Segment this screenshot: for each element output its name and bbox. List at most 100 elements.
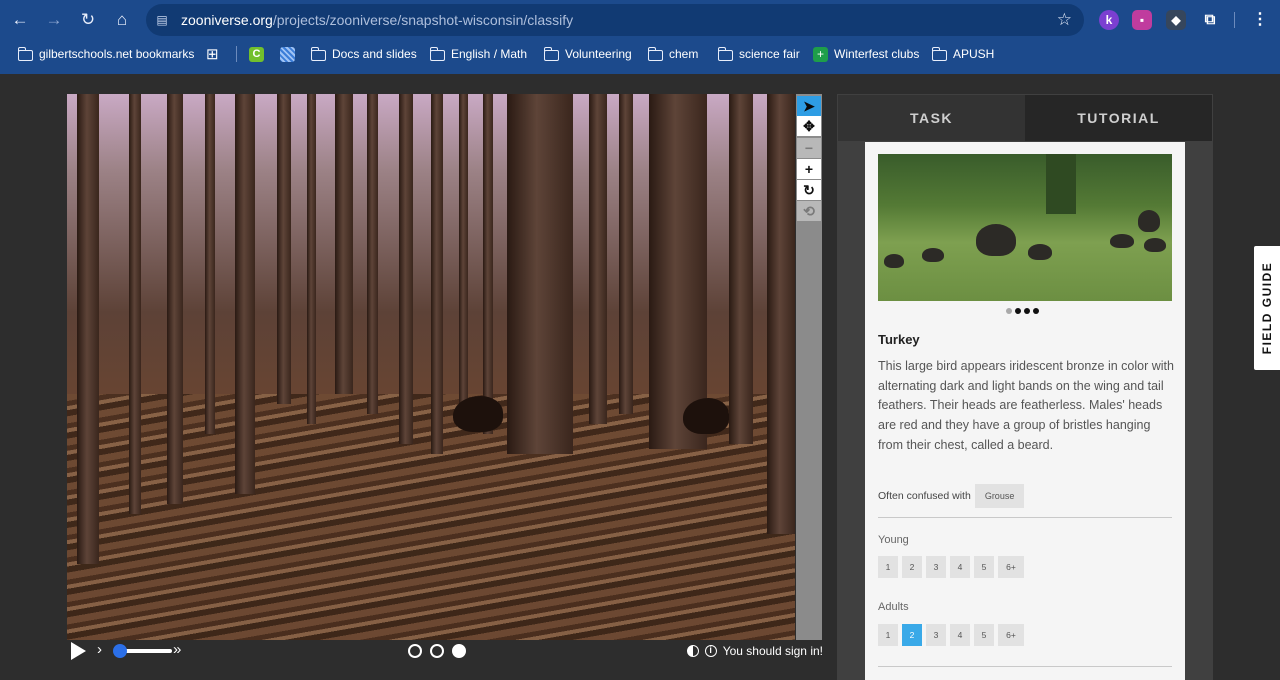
bookmark-winterfest-clubs[interactable]: + Winterfest clubs: [813, 44, 919, 64]
k-extension-icon[interactable]: k: [1099, 10, 1119, 30]
young-label: Young: [878, 534, 909, 546]
folder-icon: [543, 46, 559, 61]
bookmark-c-icon[interactable]: C: [249, 44, 264, 64]
bookmark-science-fair[interactable]: science fair: [717, 44, 800, 64]
subject-image[interactable]: [67, 94, 795, 640]
species-photo[interactable]: [878, 154, 1172, 301]
url-path: /projects/zooniverse/snapshot-wisconsin/…: [272, 12, 574, 28]
tree-trunk: [649, 94, 707, 449]
adults-count-3[interactable]: 3: [926, 624, 946, 646]
folder-icon: [429, 46, 445, 61]
puzzle-icon[interactable]: ⧉: [1200, 10, 1220, 30]
young-count-1[interactable]: 1: [878, 556, 898, 578]
young-count-6plus[interactable]: 6+: [998, 556, 1024, 578]
species-name: Turkey: [878, 332, 920, 347]
bookmark-volunteering[interactable]: Volunteering: [543, 44, 632, 64]
tree-trunk: [277, 94, 291, 404]
back-arrow-icon[interactable]: ←: [8, 8, 32, 32]
folder-icon: [647, 46, 663, 61]
tree-trunk: [167, 94, 183, 504]
tree-trunk: [483, 94, 493, 434]
bookmark-label: English / Math: [451, 47, 528, 61]
address-bar[interactable]: ▤ zooniverse.org/projects/zooniverse/sna…: [146, 4, 1084, 36]
tree-trunk: [307, 94, 316, 424]
turkey-figure: [1028, 244, 1052, 260]
young-count-3[interactable]: 3: [926, 556, 946, 578]
grouse-chip[interactable]: Grouse: [974, 484, 1025, 508]
bookmark-docs-and-slides[interactable]: Docs and slides: [310, 44, 417, 64]
double-chevron-right-icon[interactable]: »: [173, 641, 181, 658]
page-dot[interactable]: [1015, 308, 1021, 314]
adults-count-2[interactable]: 2: [902, 624, 922, 646]
tree-trunk: [1046, 154, 1076, 214]
turkey-figure: [1138, 210, 1160, 232]
zoom-out-icon[interactable]: −: [797, 138, 821, 158]
page-dot[interactable]: [1033, 308, 1039, 314]
reload-icon[interactable]: ↻: [76, 8, 100, 32]
site-info-icon[interactable]: ▤: [154, 12, 170, 28]
adults-count-4[interactable]: 4: [950, 624, 970, 646]
bookmark-apush[interactable]: APUSH: [931, 44, 995, 64]
contrast-icon[interactable]: [686, 645, 699, 657]
home-icon[interactable]: ⌂: [110, 8, 134, 32]
young-count-2[interactable]: 2: [902, 556, 922, 578]
bookmark-label: APUSH: [953, 47, 995, 61]
shield-extension-icon[interactable]: ◆: [1166, 10, 1186, 30]
page-dot[interactable]: [1024, 308, 1030, 314]
bookmark-chem[interactable]: chem: [647, 44, 698, 64]
adults-count-5[interactable]: 5: [974, 624, 994, 646]
slider-thumb[interactable]: [112, 644, 127, 658]
viewer-controls: › » i You should sign in!: [67, 640, 823, 664]
tab-tutorial[interactable]: TUTORIAL: [1025, 95, 1212, 141]
frame-dot-2[interactable]: [430, 644, 444, 658]
tree-trunk: [399, 94, 413, 444]
tree-trunk: [589, 94, 607, 424]
frame-dot-3[interactable]: [452, 644, 466, 658]
speed-slider[interactable]: [112, 644, 172, 658]
folder-icon: [717, 46, 733, 61]
record-extension-icon[interactable]: ▪: [1132, 10, 1152, 30]
young-count-4[interactable]: 4: [950, 556, 970, 578]
pointer-icon[interactable]: ➤: [797, 96, 821, 116]
turkey-figure: [922, 248, 944, 262]
tree-trunk: [235, 94, 255, 494]
folder-icon: [931, 46, 947, 61]
tree-trunk: [619, 94, 633, 414]
young-count-5[interactable]: 5: [974, 556, 994, 578]
bookmarks-divider: [236, 46, 237, 62]
sign-in-notice: i You should sign in!: [686, 644, 823, 658]
bookmark-english-math[interactable]: English / Math: [429, 44, 528, 64]
adults-count-row: 1 2 3 4 5 6+: [878, 624, 1024, 646]
chevron-right-icon[interactable]: ›: [97, 641, 102, 658]
tree-trunk: [729, 94, 753, 444]
bookmark-label: Volunteering: [565, 47, 632, 61]
frame-dot-1[interactable]: [408, 644, 422, 658]
play-icon[interactable]: [71, 642, 86, 660]
rotate-icon[interactable]: ↻: [797, 180, 821, 200]
species-card: Turkey This large bird appears iridescen…: [865, 142, 1185, 680]
info-icon[interactable]: i: [704, 645, 717, 657]
adults-label: Adults: [878, 601, 909, 613]
tab-task[interactable]: TASK: [838, 95, 1025, 141]
adults-count-6plus[interactable]: 6+: [998, 624, 1024, 646]
bookmark-pattern-icon[interactable]: [280, 44, 295, 64]
apps-grid-icon[interactable]: ⊞: [206, 44, 219, 64]
menu-kebab-icon[interactable]: ⋮: [1250, 10, 1270, 30]
field-guide-button[interactable]: FIELD GUIDE: [1254, 246, 1280, 370]
zoom-in-icon[interactable]: +: [797, 159, 821, 179]
move-icon[interactable]: ✥: [797, 116, 821, 136]
turkey-figure: [1144, 238, 1166, 252]
photo-pagination[interactable]: [1006, 308, 1039, 314]
forward-arrow-icon[interactable]: →: [42, 8, 66, 32]
reset-icon[interactable]: ⟲: [797, 201, 821, 221]
turkey-silhouette: [683, 398, 729, 434]
confused-label: Often confused with: [878, 490, 971, 502]
url-text[interactable]: zooniverse.org/projects/zooniverse/snaps…: [181, 12, 573, 28]
adults-count-1[interactable]: 1: [878, 624, 898, 646]
tree-trunk: [129, 94, 141, 514]
bookmark-gilbertschools[interactable]: gilbertschools.net bookmarks: [17, 44, 194, 64]
bookmark-star-icon[interactable]: ☆: [1057, 10, 1072, 30]
folder-icon: [310, 46, 326, 61]
turkey-silhouette: [453, 396, 503, 432]
page-dot[interactable]: [1006, 308, 1012, 314]
